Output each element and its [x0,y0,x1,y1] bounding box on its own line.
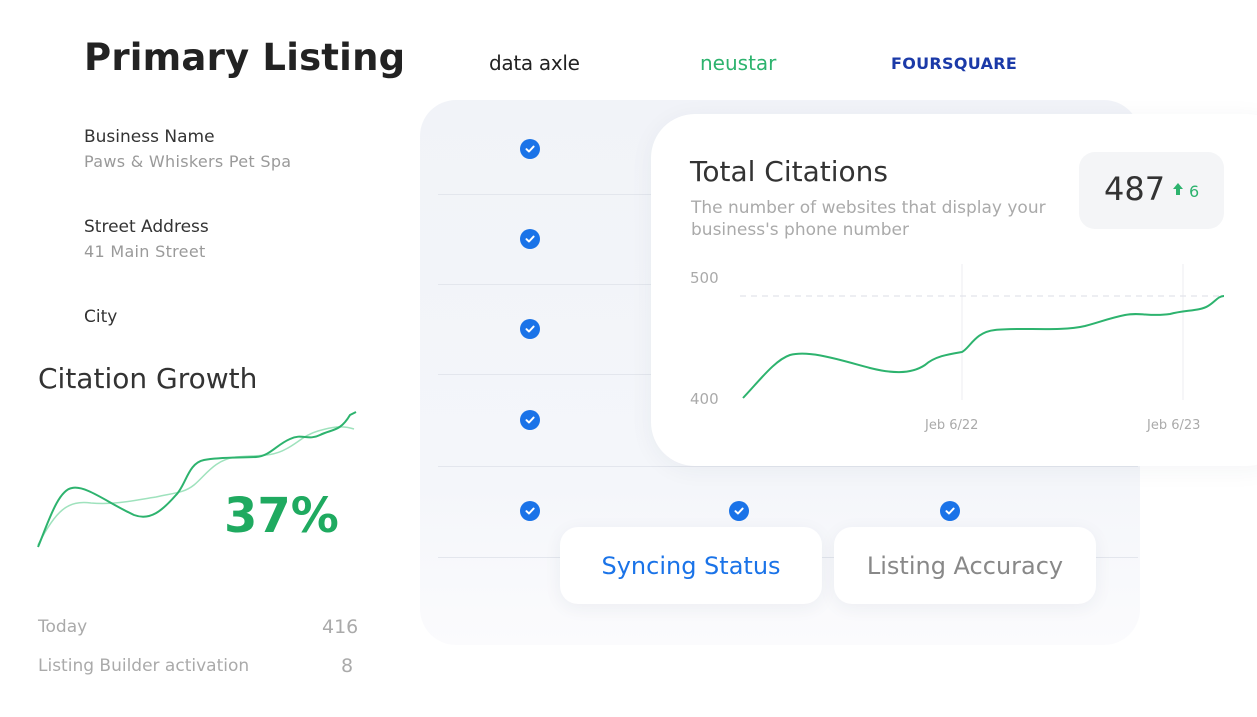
citation-growth-title: Citation Growth [38,362,258,395]
business-name-label: Business Name [84,127,215,147]
check-icon [729,501,749,521]
city-label: City [84,307,118,327]
total-citations-value: 487 [1104,170,1166,208]
y-tick-label: 400 [690,390,719,408]
x-tick-label: Jeb 6/22 [925,418,979,433]
check-icon [520,501,540,521]
total-citations-chart [740,264,1225,400]
street-address-label: Street Address [84,217,209,237]
row-divider [438,466,1138,467]
stat-today-label: Today [38,617,88,637]
listing-accuracy-button[interactable]: Listing Accuracy [834,527,1096,604]
business-name-value: Paws & Whiskers Pet Spa [84,152,292,171]
page-title: Primary Listing [84,36,406,79]
arrow-up-icon [1172,182,1184,200]
neustar-logo: neustar [700,51,777,75]
total-citations-description: The number of websites that display your… [691,198,1046,240]
check-icon [940,501,960,521]
check-icon [520,410,540,430]
stat-listing-builder-value: 8 [341,655,354,677]
street-address-value: 41 Main Street [84,242,206,261]
stat-today-value: 416 [322,616,359,638]
total-citations-title: Total Citations [690,155,888,188]
y-tick-label: 500 [690,269,719,287]
total-citations-line [742,295,1225,399]
x-tick-label: Jeb 6/23 [1147,418,1201,433]
total-citations-delta: 6 [1189,182,1200,201]
data-axle-logo: data axle [489,51,580,75]
syncing-status-button[interactable]: Syncing Status [560,527,822,604]
citation-growth-percent: 37% [224,488,339,544]
check-icon [520,139,540,159]
foursquare-logo: FOURSQUARE [891,54,1018,73]
check-icon [520,229,540,249]
check-icon [520,319,540,339]
stat-listing-builder-label: Listing Builder activation [38,656,250,676]
